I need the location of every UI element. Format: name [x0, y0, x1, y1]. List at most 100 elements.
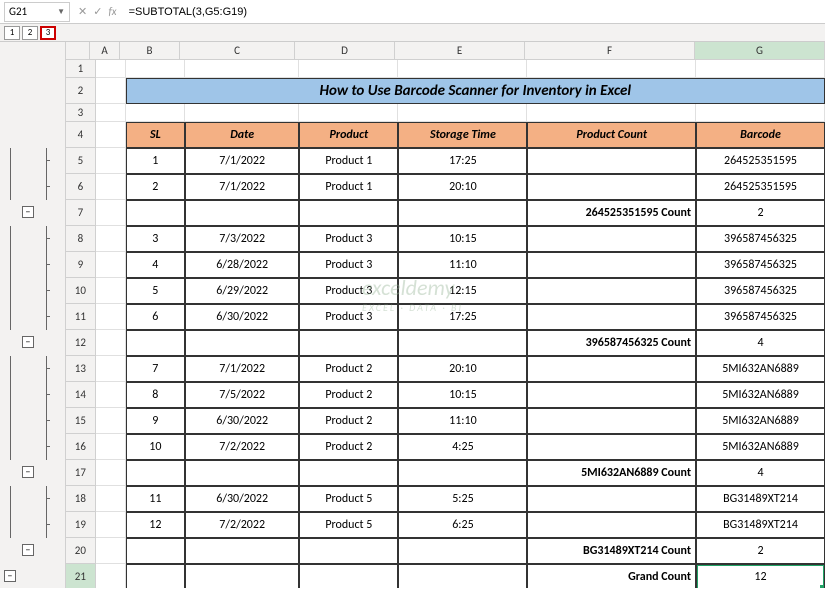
- table-header-product[interactable]: Product: [299, 122, 398, 148]
- cell[interactable]: 5MI632AN6889: [696, 434, 825, 460]
- cell[interactable]: 20:10: [398, 356, 527, 382]
- cell[interactable]: 11:10: [398, 408, 527, 434]
- cell[interactable]: Product 2: [299, 382, 398, 408]
- table-header-count[interactable]: Product Count: [527, 122, 696, 148]
- cell[interactable]: Product 1: [299, 148, 398, 174]
- cell[interactable]: [527, 382, 696, 408]
- cell[interactable]: 3: [126, 226, 186, 252]
- cell[interactable]: [185, 200, 299, 226]
- outline-level-3[interactable]: 3: [40, 26, 56, 40]
- cell[interactable]: 12: [696, 564, 825, 588]
- cell[interactable]: 5MI632AN6889: [696, 408, 825, 434]
- outline-collapse-icon[interactable]: −: [22, 336, 34, 348]
- row-header[interactable]: 5: [66, 148, 96, 174]
- chevron-down-icon[interactable]: ▼: [57, 7, 65, 17]
- row-header[interactable]: 15: [66, 408, 96, 434]
- row-header[interactable]: 7: [66, 200, 96, 226]
- cell[interactable]: BG31489XT214 Count: [527, 538, 696, 564]
- cell[interactable]: 7: [126, 356, 186, 382]
- row-header[interactable]: 6: [66, 174, 96, 200]
- row-header[interactable]: 18: [66, 486, 96, 512]
- cell[interactable]: Grand Count: [527, 564, 696, 588]
- cell[interactable]: [299, 330, 398, 356]
- col-header-B[interactable]: B: [120, 42, 180, 59]
- cell[interactable]: 264525351595: [696, 148, 825, 174]
- fx-icon[interactable]: fx: [108, 5, 116, 18]
- col-header-F[interactable]: F: [525, 42, 695, 59]
- row-header[interactable]: 19: [66, 512, 96, 538]
- cell[interactable]: 2: [696, 538, 825, 564]
- cell[interactable]: 10:15: [398, 226, 527, 252]
- cell[interactable]: [527, 356, 696, 382]
- cell[interactable]: Product 1: [299, 174, 398, 200]
- cell[interactable]: [126, 200, 186, 226]
- cell[interactable]: [527, 174, 696, 200]
- cell[interactable]: Product 3: [299, 226, 398, 252]
- cell[interactable]: [527, 252, 696, 278]
- cell[interactable]: Product 3: [299, 304, 398, 330]
- row-header[interactable]: 13: [66, 356, 96, 382]
- cell[interactable]: Product 2: [299, 434, 398, 460]
- cell[interactable]: 2: [126, 174, 186, 200]
- cell[interactable]: [527, 278, 696, 304]
- cell[interactable]: Product 3: [299, 278, 398, 304]
- outline-level-1[interactable]: 1: [4, 26, 20, 40]
- accept-icon[interactable]: ✓: [93, 5, 102, 18]
- row-header[interactable]: 8: [66, 226, 96, 252]
- cell[interactable]: 17:25: [398, 304, 527, 330]
- row-header[interactable]: 20: [66, 538, 96, 564]
- cell[interactable]: Product 5: [299, 512, 398, 538]
- cell[interactable]: [185, 564, 299, 588]
- cell[interactable]: [299, 564, 398, 588]
- cell[interactable]: 9: [126, 408, 186, 434]
- cell[interactable]: 5MI632AN6889: [696, 382, 825, 408]
- cell[interactable]: 7/1/2022: [185, 148, 299, 174]
- cell[interactable]: Product 5: [299, 486, 398, 512]
- row-header[interactable]: 16: [66, 434, 96, 460]
- formula-input[interactable]: [125, 2, 825, 22]
- cell[interactable]: [126, 538, 186, 564]
- cell[interactable]: 264525351595: [696, 174, 825, 200]
- row-header[interactable]: 10: [66, 278, 96, 304]
- row-header[interactable]: 4: [66, 122, 96, 148]
- table-header-sl[interactable]: SL: [126, 122, 186, 148]
- cell[interactable]: [185, 330, 299, 356]
- row-header[interactable]: 21: [66, 564, 96, 588]
- outline-collapse-icon[interactable]: −: [22, 466, 34, 478]
- cell[interactable]: [527, 148, 696, 174]
- name-box[interactable]: G21 ▼: [4, 2, 70, 22]
- cell[interactable]: [398, 564, 527, 588]
- outline-collapse-icon[interactable]: −: [4, 570, 16, 582]
- cancel-icon[interactable]: ✕: [78, 5, 87, 18]
- cell[interactable]: 6/30/2022: [185, 408, 299, 434]
- cell[interactable]: BG31489XT214: [696, 486, 825, 512]
- cell[interactable]: [398, 538, 527, 564]
- cell[interactable]: 12:15: [398, 278, 527, 304]
- row-header[interactable]: 14: [66, 382, 96, 408]
- cell[interactable]: 11: [126, 486, 186, 512]
- cell[interactable]: [299, 538, 398, 564]
- cell[interactable]: [398, 330, 527, 356]
- cell[interactable]: 4: [126, 252, 186, 278]
- cell[interactable]: 7/3/2022: [185, 226, 299, 252]
- col-header-D[interactable]: D: [295, 42, 395, 59]
- cell[interactable]: 11:10: [398, 252, 527, 278]
- outline-level-2[interactable]: 2: [22, 26, 38, 40]
- page-title[interactable]: How to Use Barcode Scanner for Inventory…: [126, 78, 825, 104]
- cell[interactable]: Product 2: [299, 356, 398, 382]
- cell[interactable]: [299, 460, 398, 486]
- row-header[interactable]: 11: [66, 304, 96, 330]
- cell[interactable]: 396587456325 Count: [527, 330, 696, 356]
- cell[interactable]: [527, 408, 696, 434]
- row-header[interactable]: 12: [66, 330, 96, 356]
- cell[interactable]: 7/5/2022: [185, 382, 299, 408]
- cell[interactable]: 396587456325: [696, 278, 825, 304]
- table-header-storage[interactable]: Storage Time: [398, 122, 527, 148]
- cell[interactable]: [126, 460, 186, 486]
- cell[interactable]: Product 2: [299, 408, 398, 434]
- outline-collapse-icon[interactable]: −: [22, 206, 34, 218]
- cell[interactable]: [126, 330, 186, 356]
- cell[interactable]: 396587456325: [696, 226, 825, 252]
- cell[interactable]: 7/2/2022: [185, 512, 299, 538]
- cell[interactable]: 4:25: [398, 434, 527, 460]
